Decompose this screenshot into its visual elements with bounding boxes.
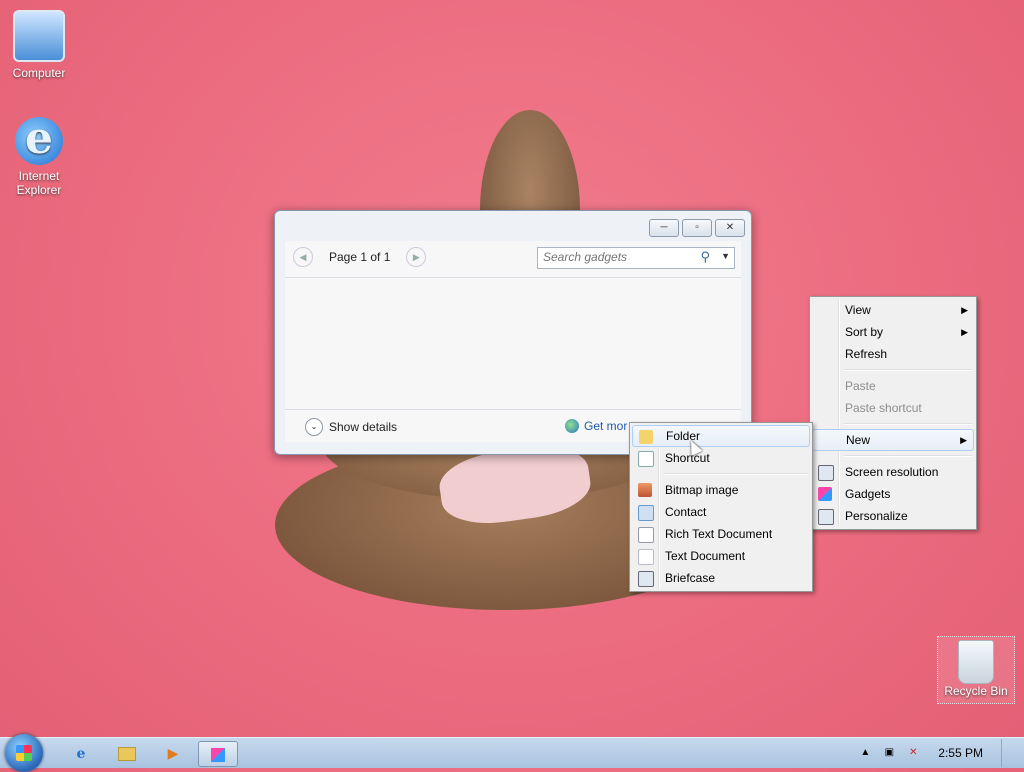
desktop-icon-label: Internet Explorer <box>16 169 62 197</box>
menu-item-label: Rich Text Document <box>665 527 773 541</box>
menu-item-rich-text-document[interactable]: Rich Text Document <box>632 523 810 545</box>
minimize-button[interactable]: ─ <box>649 219 679 237</box>
taskbar-windows-explorer[interactable] <box>108 741 146 765</box>
previous-page-button[interactable]: ◀ <box>293 247 313 267</box>
menu-item-personalize[interactable]: Personalize <box>812 505 974 527</box>
menu-item-sort-by[interactable]: Sort by ▶ <box>812 321 974 343</box>
menu-item-label: New <box>846 433 871 447</box>
menu-item-label: Paste shortcut <box>845 401 922 415</box>
menu-item-label: Briefcase <box>665 571 716 585</box>
menu-item-refresh[interactable]: Refresh <box>812 343 974 365</box>
personalize-icon <box>818 509 834 525</box>
search-input[interactable] <box>538 248 698 266</box>
close-button[interactable]: ✕ <box>715 219 745 237</box>
menu-item-label: Refresh <box>845 347 888 361</box>
desktop-icon-recycle-bin[interactable]: Recycle Bin <box>937 636 1015 704</box>
gadgets-window: ─ ▫ ✕ ◀ Page 1 of 1 ▶ ⚲ ▼ ⌄ Show details… <box>274 210 752 455</box>
rich-text-document-icon <box>638 527 654 543</box>
chevron-down-icon[interactable]: ▼ <box>721 251 730 261</box>
next-page-button[interactable]: ▶ <box>406 247 427 267</box>
folder-icon <box>639 430 653 444</box>
shortcut-icon <box>638 451 654 467</box>
menu-item-label: Contact <box>665 505 707 519</box>
show-details-label: Show details <box>329 420 398 434</box>
menu-separator <box>844 423 972 425</box>
taskbar: e ▶ ▲ ▣ ✕ 2:55 PM <box>0 734 1024 772</box>
bitmap-image-icon <box>638 483 652 497</box>
gadgets-icon <box>211 748 225 763</box>
restore-button[interactable]: ▫ <box>682 219 712 237</box>
taskbar-internet-explorer[interactable]: e <box>62 741 100 765</box>
menu-item-screen-resolution[interactable]: Screen resolution <box>812 461 974 483</box>
menu-item-briefcase[interactable]: Briefcase <box>632 567 810 589</box>
desktop-icon-label: Recycle Bin <box>944 684 1008 698</box>
computer-icon <box>13 10 65 62</box>
menu-item-label: Shortcut <box>665 451 710 465</box>
menu-item-folder[interactable]: Folder <box>632 425 810 447</box>
get-more-gadgets-link[interactable]: Get mor <box>565 419 627 433</box>
windows-explorer-icon <box>118 747 136 762</box>
pager: ◀ Page 1 of 1 ▶ <box>293 247 427 267</box>
submenu-arrow-icon: ▶ <box>961 305 968 315</box>
desktop-context-menu: View ▶ Sort by ▶ Refresh Paste Paste short… <box>809 296 977 530</box>
menu-item-text-document[interactable]: Text Document <box>632 545 810 567</box>
briefcase-icon <box>638 571 654 587</box>
menu-item-new[interactable]: New ▶ <box>812 429 974 451</box>
menu-item-paste-shortcut: Paste shortcut <box>812 397 974 419</box>
gadgets-icon <box>818 487 832 501</box>
submenu-arrow-icon: ▶ <box>960 435 967 445</box>
media-player-icon: ▶ <box>167 745 179 761</box>
taskbar-gadgets[interactable] <box>198 741 238 767</box>
menu-item-label: View <box>845 303 871 317</box>
menu-item-label: Gadgets <box>845 487 891 501</box>
gadgets-panel: ◀ Page 1 of 1 ▶ ⚲ ▼ ⌄ Show details Get m… <box>285 241 741 442</box>
menu-separator <box>844 369 972 371</box>
system-tray: ▲ ▣ ✕ 2:55 PM <box>858 738 1014 768</box>
page-label: Page 1 of 1 <box>329 250 391 264</box>
new-submenu: Folder Shortcut Bitmap image Contact Ric… <box>629 422 813 592</box>
menu-separator <box>844 455 972 457</box>
recycle-bin-icon <box>958 640 994 684</box>
show-hidden-icons-button[interactable]: ▲ <box>858 746 872 760</box>
menu-item-label: Bitmap image <box>665 483 739 497</box>
volume-muted-icon[interactable]: ✕ <box>906 746 920 760</box>
show-details-button[interactable]: ⌄ Show details <box>305 418 397 436</box>
network-icon[interactable]: ▣ <box>882 746 896 760</box>
show-desktop-button[interactable] <box>1001 739 1014 767</box>
globe-icon <box>565 419 579 433</box>
desktop-icon-computer[interactable]: Computer <box>0 10 78 80</box>
menu-item-gadgets[interactable]: Gadgets <box>812 483 974 505</box>
title-bar[interactable]: ─ ▫ ✕ <box>275 211 751 241</box>
desktop-icon-internet-explorer[interactable]: Internet Explorer <box>0 113 78 197</box>
desktop-icon-label: Computer <box>12 66 66 80</box>
menu-item-label: Sort by <box>845 325 884 339</box>
menu-item-label: Screen resolution <box>845 465 939 479</box>
internet-explorer-icon <box>15 113 63 165</box>
chevron-down-icon: ⌄ <box>305 418 323 436</box>
search-box: ⚲ ▼ <box>537 247 735 269</box>
clock[interactable]: 2:55 PM <box>930 746 991 760</box>
menu-item-shortcut[interactable]: Shortcut <box>632 447 810 469</box>
menu-separator <box>664 473 808 475</box>
text-document-icon <box>638 549 654 565</box>
submenu-arrow-icon: ▶ <box>961 327 968 337</box>
start-button[interactable] <box>5 734 43 772</box>
menu-item-bitmap-image[interactable]: Bitmap image <box>632 479 810 501</box>
menu-item-view[interactable]: View ▶ <box>812 299 974 321</box>
menu-item-label: Paste <box>845 379 876 393</box>
search-icon[interactable]: ⚲ <box>700 249 710 265</box>
screen-resolution-icon <box>818 465 834 481</box>
get-more-label: Get mor <box>584 419 628 433</box>
divider <box>285 277 741 278</box>
menu-item-contact[interactable]: Contact <box>632 501 810 523</box>
menu-item-label: Personalize <box>845 509 908 523</box>
contact-icon <box>638 505 654 521</box>
internet-explorer-icon: e <box>76 746 86 762</box>
menu-item-paste: Paste <box>812 375 974 397</box>
menu-item-label: Text Document <box>665 549 746 563</box>
taskbar-media-player[interactable]: ▶ <box>154 741 192 765</box>
